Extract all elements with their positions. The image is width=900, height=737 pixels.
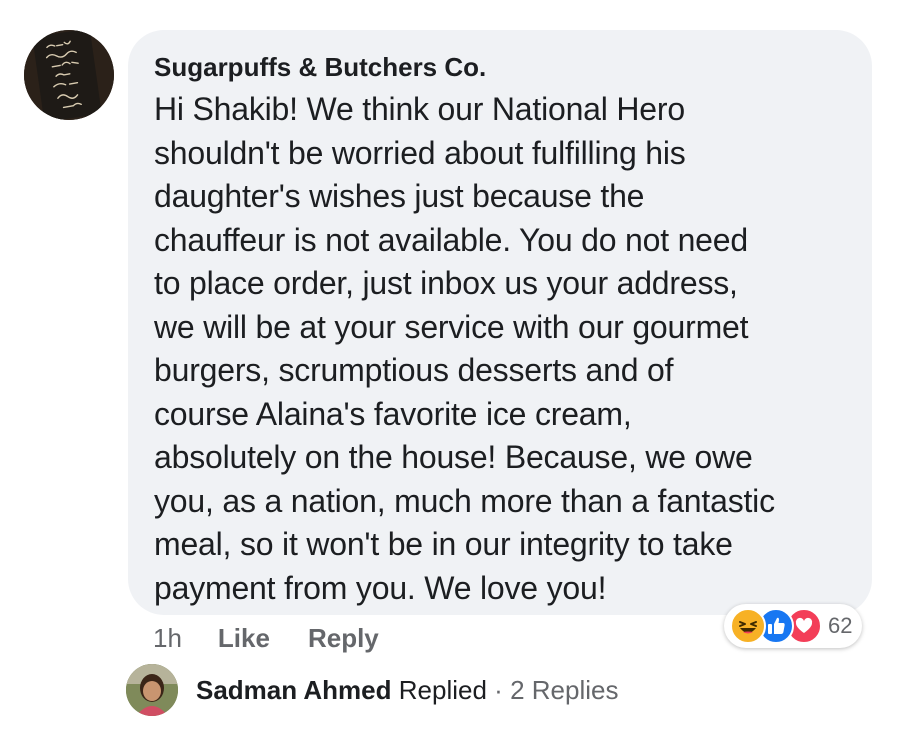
replier-avatar[interactable] [126, 664, 178, 716]
reply-separator: · [494, 675, 503, 705]
haha-icon [730, 608, 766, 644]
like-button[interactable]: Like [218, 623, 270, 654]
comment-bubble: Sugarpuffs & Butchers Co. Hi Shakib! We … [128, 30, 872, 615]
comment-author-name[interactable]: Sugarpuffs & Butchers Co. [154, 50, 486, 84]
comment-timestamp[interactable]: 1h [153, 623, 182, 654]
comment-text: Hi Shakib! We think our National Hero sh… [154, 91, 775, 606]
reply-button[interactable]: Reply [308, 623, 379, 654]
replied-label: Replied [398, 675, 487, 705]
reaction-count: 62 [828, 613, 853, 638]
commenter-avatar[interactable] [24, 30, 114, 120]
comment-actions: 1h Like Reply [153, 620, 417, 656]
reactions-summary[interactable]: 62 [724, 604, 863, 648]
replies-summary[interactable]: Sadman Ahmed Replied · 2 Replies [196, 672, 618, 708]
reply-count[interactable]: 2 Replies [510, 675, 618, 705]
replier-name[interactable]: Sadman Ahmed [196, 675, 392, 705]
